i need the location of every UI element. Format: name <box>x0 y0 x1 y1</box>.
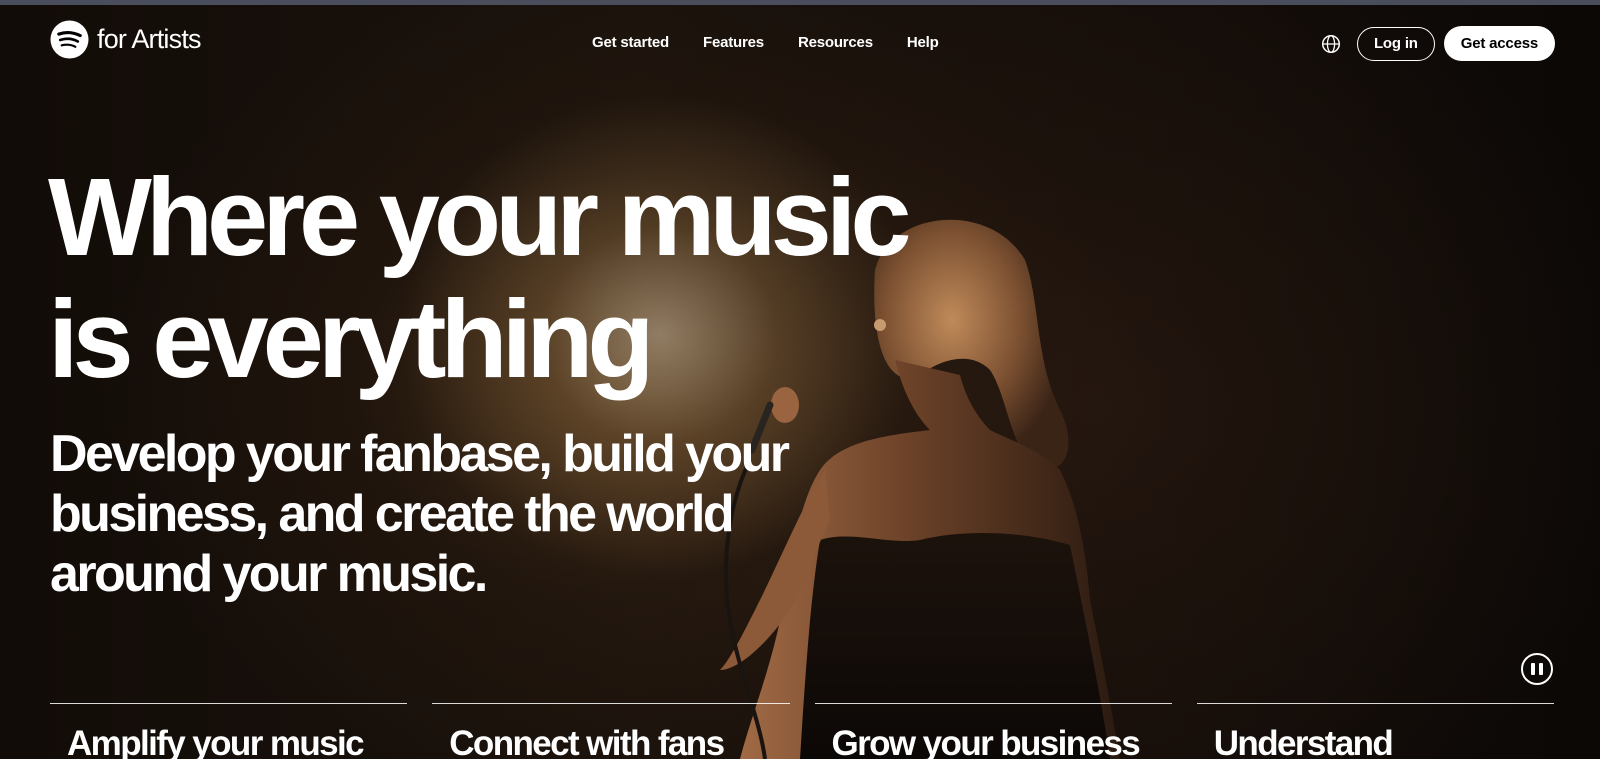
feature-title: Connect with fans <box>449 724 725 759</box>
nav-actions: Log in Get access <box>1321 26 1555 61</box>
get-access-button[interactable]: Get access <box>1443 26 1555 61</box>
video-pause-button[interactable] <box>1521 653 1553 685</box>
nav-link-get-started[interactable]: Get started <box>592 34 669 51</box>
pause-icon <box>1531 663 1535 675</box>
nav-link-resources[interactable]: Resources <box>798 34 873 51</box>
brand-home-link[interactable]: for Artists <box>50 20 202 59</box>
feature-title: Amplify your music <box>67 724 365 759</box>
feature-cards: Amplify your music Connect with fans Gro… <box>50 703 1554 759</box>
hero-headline-line-1: Where your music <box>48 156 912 279</box>
feature-title: Understand <box>1213 724 1394 759</box>
spotify-logo-icon <box>50 20 89 59</box>
top-navigation: for Artists Get started Features Resourc… <box>0 5 1600 81</box>
nav-link-features[interactable]: Features <box>703 34 764 51</box>
feature-card-connect[interactable]: Connect with fans <box>432 703 790 759</box>
brand-text: for Artists <box>97 24 202 54</box>
login-button[interactable]: Log in <box>1356 26 1435 61</box>
hero-subheading: Develop your fanbase, build your busines… <box>50 425 790 603</box>
globe-icon[interactable] <box>1321 34 1341 54</box>
nav-link-help[interactable]: Help <box>907 34 939 51</box>
nav-links: Get started Features Resources Help <box>592 34 939 51</box>
feature-card-grow[interactable]: Grow your business <box>814 703 1172 759</box>
feature-card-amplify[interactable]: Amplify your music <box>50 703 408 759</box>
feature-title: Grow your business <box>831 724 1141 759</box>
spotify-for-artists-page: for Artists Get started Features Resourc… <box>0 0 1600 759</box>
hero-headline-line-2: is everything <box>48 278 655 401</box>
hero-headline: Where your music is everything <box>48 157 948 401</box>
feature-card-understand[interactable]: Understand <box>1196 703 1554 759</box>
pause-icon-bar <box>1539 663 1543 675</box>
